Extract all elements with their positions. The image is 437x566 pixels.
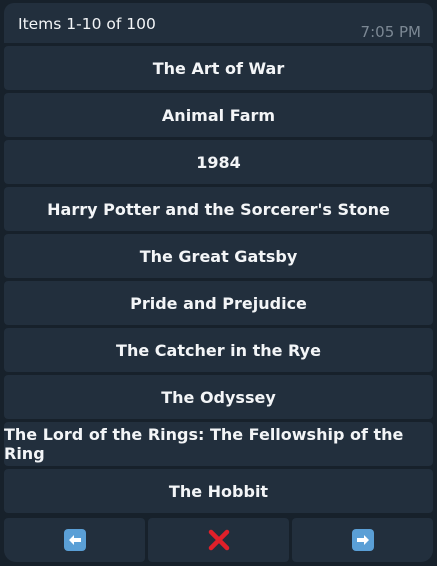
item-button-label: The Great Gatsby: [139, 246, 298, 266]
item-button-5[interactable]: The Great Gatsby: [4, 234, 433, 278]
item-button-label: The Hobbit: [168, 481, 269, 501]
item-button-label: The Odyssey: [161, 387, 276, 407]
item-button-label: The Lord of the Rings: The Fellowship of…: [4, 425, 404, 463]
item-button-10[interactable]: The Hobbit: [4, 469, 433, 513]
item-button-8[interactable]: The Odyssey: [4, 375, 433, 419]
item-button-4[interactable]: Harry Potter and the Sorcerer's Stone: [4, 187, 433, 231]
left-arrow-icon: [63, 529, 86, 551]
close-button[interactable]: [148, 518, 289, 562]
item-button-3[interactable]: 1984: [4, 140, 433, 184]
item-button-label: Pride and Prejudice: [130, 293, 307, 313]
message-timestamp: 7:05 PM: [360, 23, 421, 41]
right-arrow-icon: [351, 529, 374, 551]
item-button-label: Animal Farm: [161, 105, 276, 125]
item-button-2[interactable]: Animal Farm: [4, 93, 433, 137]
message-bubble: Items 1-10 of 100 7:05 PM: [4, 3, 433, 43]
item-button-label: 1984: [196, 152, 241, 172]
item-button-9[interactable]: The Lord of the Rings: The Fellowship of…: [4, 422, 433, 466]
previous-page-button[interactable]: [4, 518, 145, 562]
items-range-text: Items 1-10 of 100: [18, 15, 156, 33]
item-button-1[interactable]: The Art of War: [4, 46, 433, 90]
cross-mark-icon: [208, 529, 229, 551]
item-button-6[interactable]: Pride and Prejudice: [4, 281, 433, 325]
item-button-label: Harry Potter and the Sorcerer's Stone: [47, 199, 390, 219]
next-page-button[interactable]: [292, 518, 433, 562]
item-button-7[interactable]: The Catcher in the Rye: [4, 328, 433, 372]
item-button-label: The Art of War: [152, 58, 285, 78]
item-button-label: The Catcher in the Rye: [116, 340, 321, 360]
